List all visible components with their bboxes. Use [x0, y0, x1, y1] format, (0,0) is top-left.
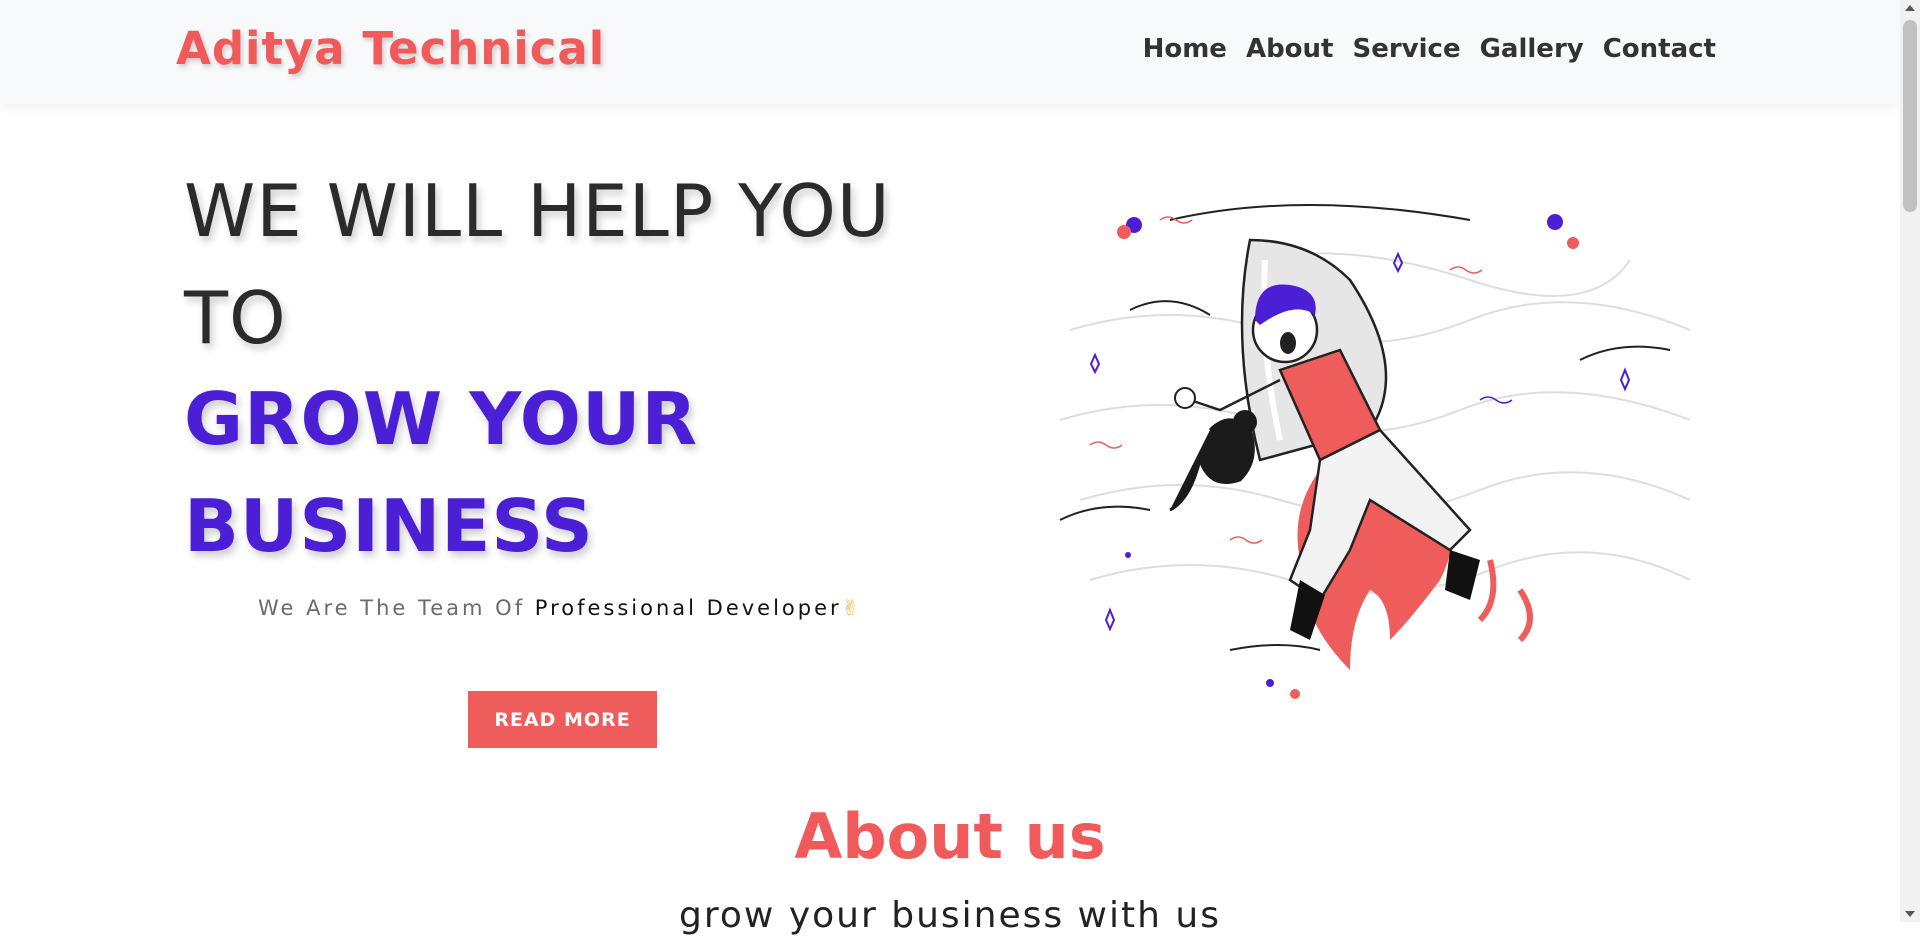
- nav-links: Home About Service Gallery Contact: [1143, 34, 1716, 64]
- nav-link-service[interactable]: Service: [1353, 34, 1461, 64]
- hero-title-accent: GROW YOUR BUSINESS: [184, 377, 698, 568]
- scroll-down-icon[interactable]: [1905, 911, 1915, 917]
- about-heading: About us: [794, 800, 1106, 873]
- tagline-prefix: We Are The Team Of: [258, 596, 535, 620]
- hero-tagline: We Are The Team Of Professional Develope…: [258, 596, 862, 620]
- brand-logo[interactable]: Aditya Technical: [176, 22, 605, 75]
- scrollbar-thumb[interactable]: [1903, 20, 1917, 212]
- nav-link-gallery[interactable]: Gallery: [1480, 34, 1584, 64]
- scroll-up-icon[interactable]: [1905, 5, 1915, 11]
- nav-link-about[interactable]: About: [1246, 34, 1334, 64]
- page-scrollbar[interactable]: [1900, 0, 1920, 922]
- nav-link-contact[interactable]: Contact: [1603, 34, 1716, 64]
- read-more-button[interactable]: READ MORE: [468, 691, 657, 748]
- hero-title: WE WILL HELP YOU TO: [184, 169, 891, 360]
- navbar: Aditya Technical Home About Service Gall…: [0, 0, 1900, 104]
- nav-link-home[interactable]: Home: [1143, 34, 1227, 64]
- rocket-man-illustration: [1059, 204, 1691, 699]
- about-subheading: grow your business with us: [679, 895, 1221, 936]
- victory-hand-icon: ✌: [841, 596, 863, 620]
- tagline-strong: Professional Developer: [534, 596, 842, 620]
